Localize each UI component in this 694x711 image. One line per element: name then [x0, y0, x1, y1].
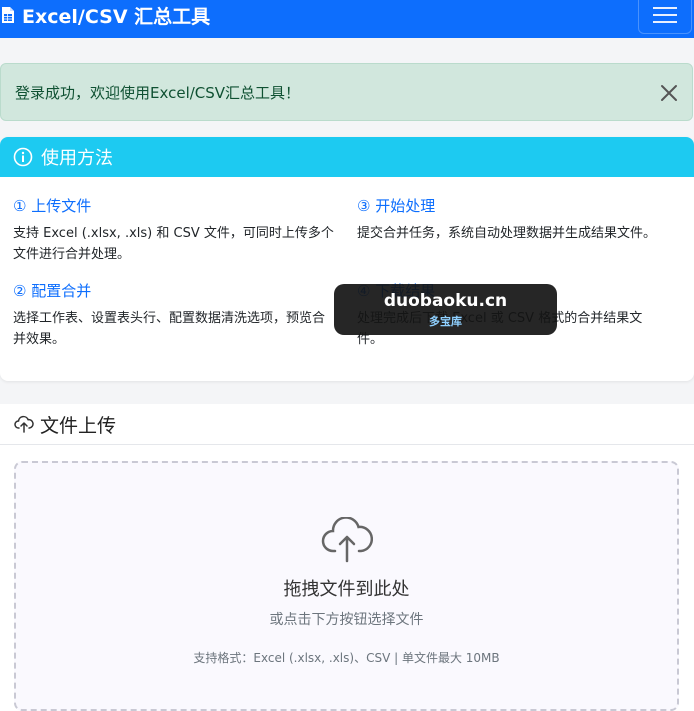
watermark-domain: duobaoku.cn — [383, 290, 508, 311]
watermark-name: 多宝库 — [429, 314, 462, 328]
brand-link[interactable]: Excel/CSV 汇总工具 — [0, 0, 210, 30]
dropzone-title: 拖拽文件到此处 — [283, 579, 410, 600]
usage-step-process: ③ 开始处理 提交合并任务，系统自动处理数据并生成结果文件。 — [357, 195, 667, 244]
navbar: Excel/CSV 汇总工具 — [0, 0, 694, 38]
usage-step-configure: ② 配置合并 选择工作表、设置表头行、配置数据清洗选项，预览合并效果。 — [13, 280, 335, 350]
step-description: 提交合并任务，系统自动处理数据并生成结果文件。 — [357, 226, 657, 241]
file-spreadsheet-icon — [2, 7, 14, 23]
step-title: ③ 开始处理 — [357, 197, 436, 215]
navbar-toggle-button[interactable] — [638, 0, 692, 34]
file-dropzone[interactable]: 拖拽文件到此处 或点击下方按钮选择文件 支持格式：Excel (.xlsx, .… — [14, 461, 679, 711]
success-alert: 登录成功，欢迎使用Excel/CSV汇总工具！ — [0, 63, 693, 121]
watermark-badge: duobaoku.cn 多宝库 — [334, 284, 557, 335]
dropzone-formats: 支持格式：Excel (.xlsx, .xls)、CSV | 单文件最大 10M… — [193, 651, 500, 665]
alert-close-button[interactable] — [657, 81, 681, 105]
step-description: 选择工作表、设置表头行、配置数据清洗选项，预览合并效果。 — [13, 311, 326, 347]
usage-step-upload: ① 上传文件 支持 Excel (.xlsx, .xls) 和 CSV 文件，可… — [13, 195, 335, 265]
usage-card-header: 使用方法 — [0, 137, 694, 177]
cloud-upload-icon — [14, 415, 34, 433]
step-title: ② 配置合并 — [13, 282, 92, 300]
step-description: 支持 Excel (.xlsx, .xls) 和 CSV 文件，可同时上传多个文… — [13, 226, 334, 262]
upload-card-title: 文件上传 — [40, 414, 117, 437]
info-circle-icon — [13, 147, 33, 167]
dropzone-subtitle: 或点击下方按钮选择文件 — [269, 612, 424, 628]
hamburger-menu-icon — [653, 7, 677, 23]
usage-card-title: 使用方法 — [41, 148, 113, 169]
cloud-upload-icon — [321, 517, 373, 563]
step-title: ① 上传文件 — [13, 197, 92, 215]
upload-card-header: 文件上传 — [0, 404, 694, 445]
usage-card: 使用方法 ① 上传文件 支持 Excel (.xlsx, .xls) 和 CSV… — [0, 137, 694, 381]
close-icon — [661, 85, 677, 101]
upload-card: 文件上传 拖拽文件到此处 或点击下方按钮选择文件 支持格式：Excel (.xl… — [0, 404, 694, 711]
alert-message: 登录成功，欢迎使用Excel/CSV汇总工具！ — [15, 83, 301, 102]
brand-title: Excel/CSV 汇总工具 — [22, 5, 211, 28]
